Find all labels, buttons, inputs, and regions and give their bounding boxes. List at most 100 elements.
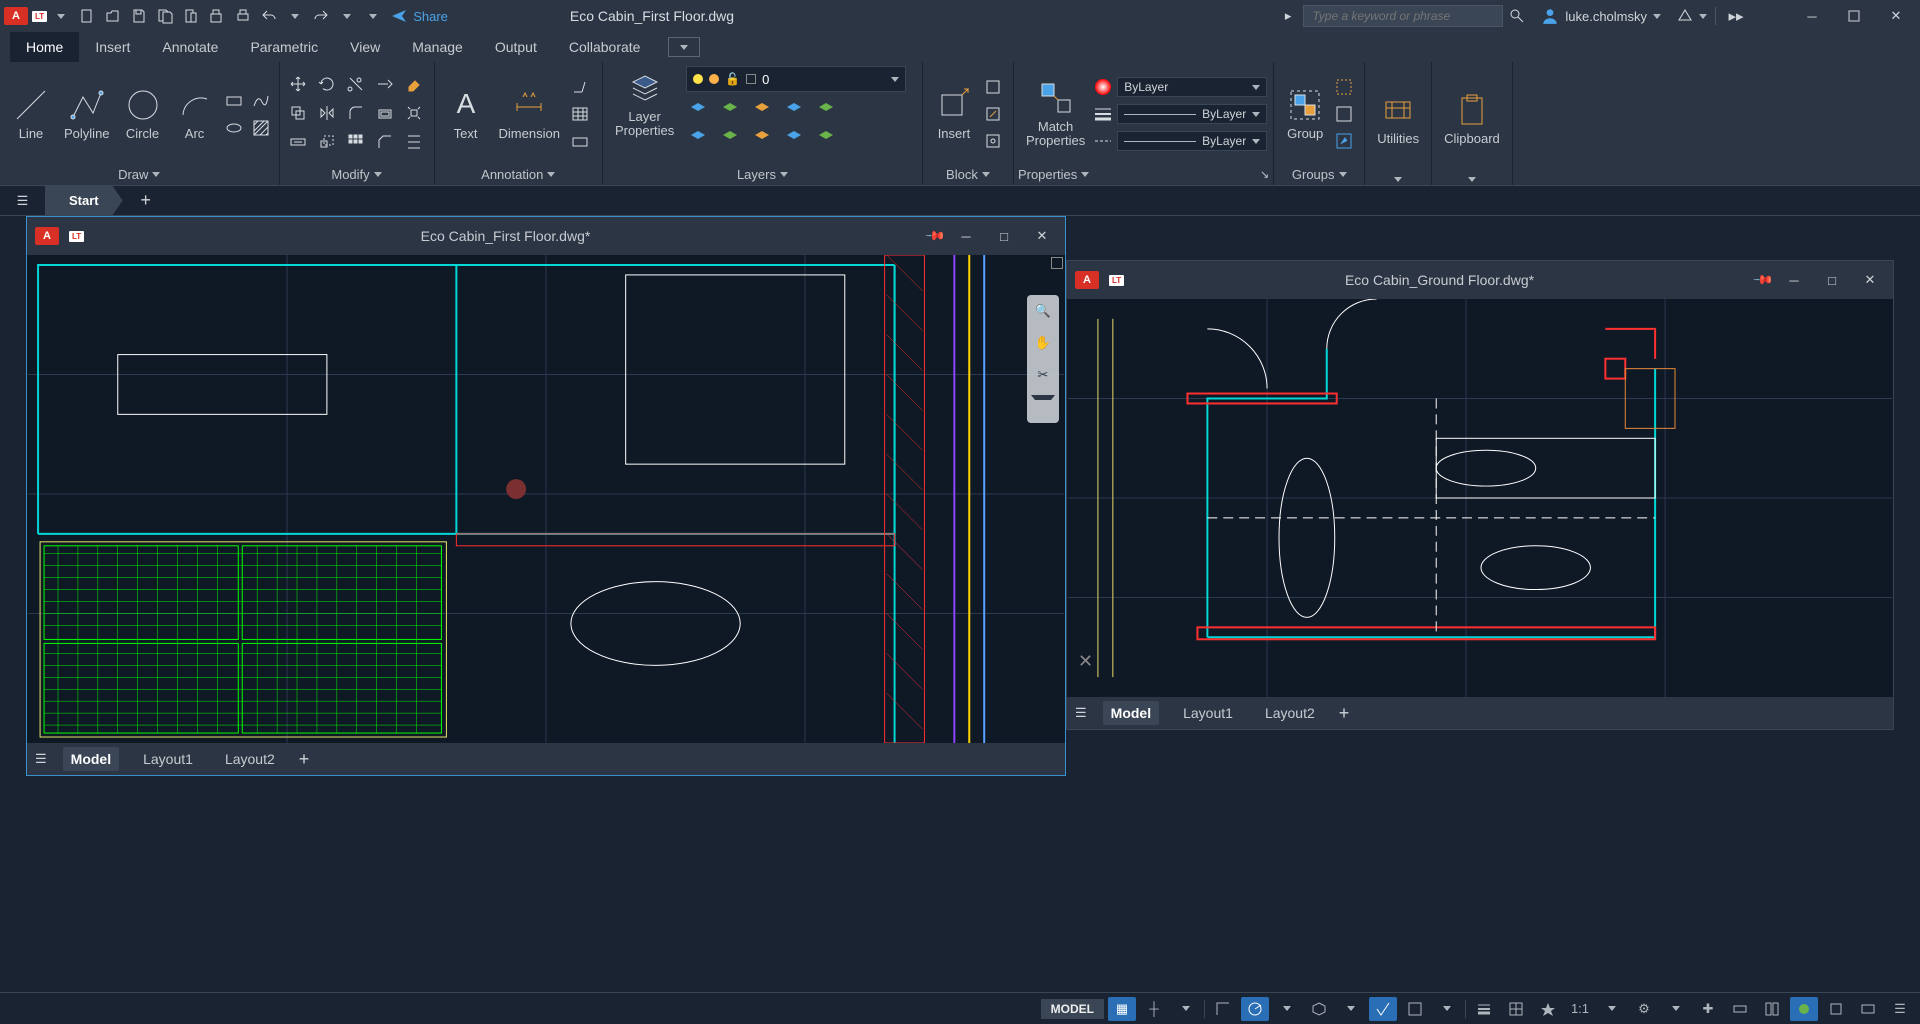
new-drawing-tab[interactable]: + xyxy=(131,186,161,215)
tab-collaborate[interactable]: Collaborate xyxy=(553,32,657,62)
plot-icon[interactable] xyxy=(205,4,229,28)
doc1-canvas[interactable]: 🔍 ✋ ✂ xyxy=(27,255,1065,743)
doc2-tab-layout1[interactable]: Layout1 xyxy=(1175,701,1241,725)
layer-properties-button[interactable]: Layer Properties xyxy=(609,66,680,143)
chamfer-icon[interactable] xyxy=(373,130,397,154)
panel-label-layers[interactable]: Layers xyxy=(607,164,918,185)
panel-label-groups[interactable]: Groups xyxy=(1278,164,1360,185)
minimize-button[interactable]: ─ xyxy=(1792,2,1832,30)
annotation-scale-menu[interactable] xyxy=(1598,997,1626,1021)
model-space-toggle[interactable]: MODEL xyxy=(1041,999,1104,1019)
extend-icon[interactable] xyxy=(373,72,397,96)
ungroup-icon[interactable] xyxy=(1332,75,1356,99)
table-icon[interactable] xyxy=(568,102,592,126)
isodraft-menu[interactable] xyxy=(1337,997,1365,1021)
polar-menu[interactable] xyxy=(1273,997,1301,1021)
doc1-titlebar[interactable]: A LT Eco Cabin_First Floor.dwg* 📌 ─ □ ✕ xyxy=(27,217,1065,255)
panel-label-clipboard[interactable] xyxy=(1436,174,1508,185)
fillet-icon[interactable] xyxy=(344,101,368,125)
share-icon[interactable] xyxy=(387,4,411,28)
doc2-pin-icon[interactable]: 📌 xyxy=(1752,269,1775,292)
workspace-menu[interactable] xyxy=(1662,997,1690,1021)
create-block-icon[interactable] xyxy=(981,75,1005,99)
search-icon[interactable] xyxy=(1505,4,1529,28)
isolate-objects-toggle[interactable] xyxy=(1822,997,1850,1021)
doc2-tab-layout2[interactable]: Layout2 xyxy=(1257,701,1323,725)
hatch-icon[interactable] xyxy=(249,116,273,140)
ortho-toggle[interactable] xyxy=(1209,997,1237,1021)
scale-icon[interactable] xyxy=(315,130,339,154)
lineweight-dropdown[interactable]: ByLayer xyxy=(1093,102,1267,126)
leader-icon[interactable] xyxy=(568,75,592,99)
undo-dropdown[interactable] xyxy=(283,4,307,28)
group-edit-icon[interactable] xyxy=(1332,102,1356,126)
pan-icon[interactable]: ✋ xyxy=(1031,331,1055,355)
save-icon[interactable] xyxy=(127,4,151,28)
doc1-close-button[interactable]: ✕ xyxy=(1027,228,1057,244)
mirror-icon[interactable] xyxy=(315,101,339,125)
undo-icon[interactable] xyxy=(257,4,281,28)
open-icon[interactable] xyxy=(101,4,125,28)
rectangle-icon[interactable] xyxy=(222,89,246,113)
group-select-icon[interactable] xyxy=(1332,129,1356,153)
polar-toggle[interactable] xyxy=(1241,997,1269,1021)
redo-icon[interactable] xyxy=(309,4,333,28)
layer-on-tool-icon[interactable] xyxy=(686,123,710,147)
layer-dropdown[interactable]: 🔓 0 xyxy=(686,66,906,92)
quick-properties-toggle[interactable] xyxy=(1758,997,1786,1021)
panel-label-properties[interactable]: Properties↘ xyxy=(1018,164,1269,185)
snap-toggle[interactable]: ┼ xyxy=(1140,997,1168,1021)
app-logo[interactable]: A xyxy=(4,7,28,25)
start-tab[interactable]: Start xyxy=(45,186,123,215)
annotation-monitor-toggle[interactable]: ✚ xyxy=(1694,997,1722,1021)
doc2-minimize-button[interactable]: ─ xyxy=(1779,273,1809,288)
layer-thaw-icon[interactable] xyxy=(750,123,774,147)
array-icon[interactable] xyxy=(344,130,368,154)
mtext-icon[interactable] xyxy=(568,129,592,153)
customization-menu[interactable]: ☰ xyxy=(1886,997,1914,1021)
web-mobile-icon[interactable] xyxy=(179,4,203,28)
tab-view[interactable]: View xyxy=(334,32,396,62)
doc1-add-layout-button[interactable]: + xyxy=(299,749,310,770)
doc1-minimize-button[interactable]: ─ xyxy=(951,229,981,244)
viewport-corner-icon[interactable] xyxy=(1051,257,1063,269)
share-label[interactable]: Share xyxy=(413,9,448,24)
autodesk-dropdown[interactable] xyxy=(1699,14,1707,19)
saveas-icon[interactable] xyxy=(153,4,177,28)
explode-icon[interactable] xyxy=(402,101,426,125)
doc1-tab-model[interactable]: Model xyxy=(63,747,119,771)
qat-dropdown[interactable] xyxy=(361,4,385,28)
circle-button[interactable]: Circle xyxy=(118,83,168,145)
copy-icon[interactable] xyxy=(286,101,310,125)
ellipse-icon[interactable] xyxy=(222,116,246,140)
layer-match-icon[interactable] xyxy=(814,123,838,147)
nav-menu-icon[interactable] xyxy=(1031,395,1055,419)
tab-home[interactable]: Home xyxy=(10,32,79,62)
new-icon[interactable] xyxy=(75,4,99,28)
layer-off-icon[interactable] xyxy=(686,95,710,119)
app-menu-dropdown[interactable] xyxy=(49,4,73,28)
close-button[interactable]: ✕ xyxy=(1876,2,1916,30)
document-window-first-floor[interactable]: A LT Eco Cabin_First Floor.dwg* 📌 ─ □ ✕ xyxy=(26,216,1066,776)
hardware-accel-toggle[interactable] xyxy=(1790,997,1818,1021)
layer-make-current-icon[interactable] xyxy=(814,95,838,119)
group-button[interactable]: Group xyxy=(1280,83,1330,145)
doc1-layout-menu-icon[interactable]: ☰ xyxy=(35,751,47,767)
panel-label-block[interactable]: Block xyxy=(927,164,1009,185)
line-button[interactable]: Line xyxy=(6,83,56,145)
document-window-ground-floor[interactable]: A LT Eco Cabin_Ground Floor.dwg* 📌 ─ □ ✕ xyxy=(1066,260,1894,730)
dimension-button[interactable]: Dimension xyxy=(493,83,566,145)
tab-annotate[interactable]: Annotate xyxy=(146,32,234,62)
color-dropdown[interactable]: ByLayer xyxy=(1093,75,1267,99)
linetype-dropdown[interactable]: ByLayer xyxy=(1093,129,1267,153)
doc2-titlebar[interactable]: A LT Eco Cabin_Ground Floor.dwg* 📌 ─ □ ✕ xyxy=(1067,261,1893,299)
lineweight-toggle[interactable] xyxy=(1470,997,1498,1021)
otrack-toggle[interactable] xyxy=(1401,997,1429,1021)
search-input[interactable] xyxy=(1303,5,1503,27)
tab-manage[interactable]: Manage xyxy=(396,32,479,62)
annotation-scale-label[interactable]: 1:1 xyxy=(1566,997,1594,1021)
layer-iso-icon[interactable] xyxy=(718,95,742,119)
trim-icon[interactable] xyxy=(344,72,368,96)
edit-block-icon[interactable] xyxy=(981,102,1005,126)
navigation-bar[interactable]: 🔍 ✋ ✂ xyxy=(1027,295,1059,423)
